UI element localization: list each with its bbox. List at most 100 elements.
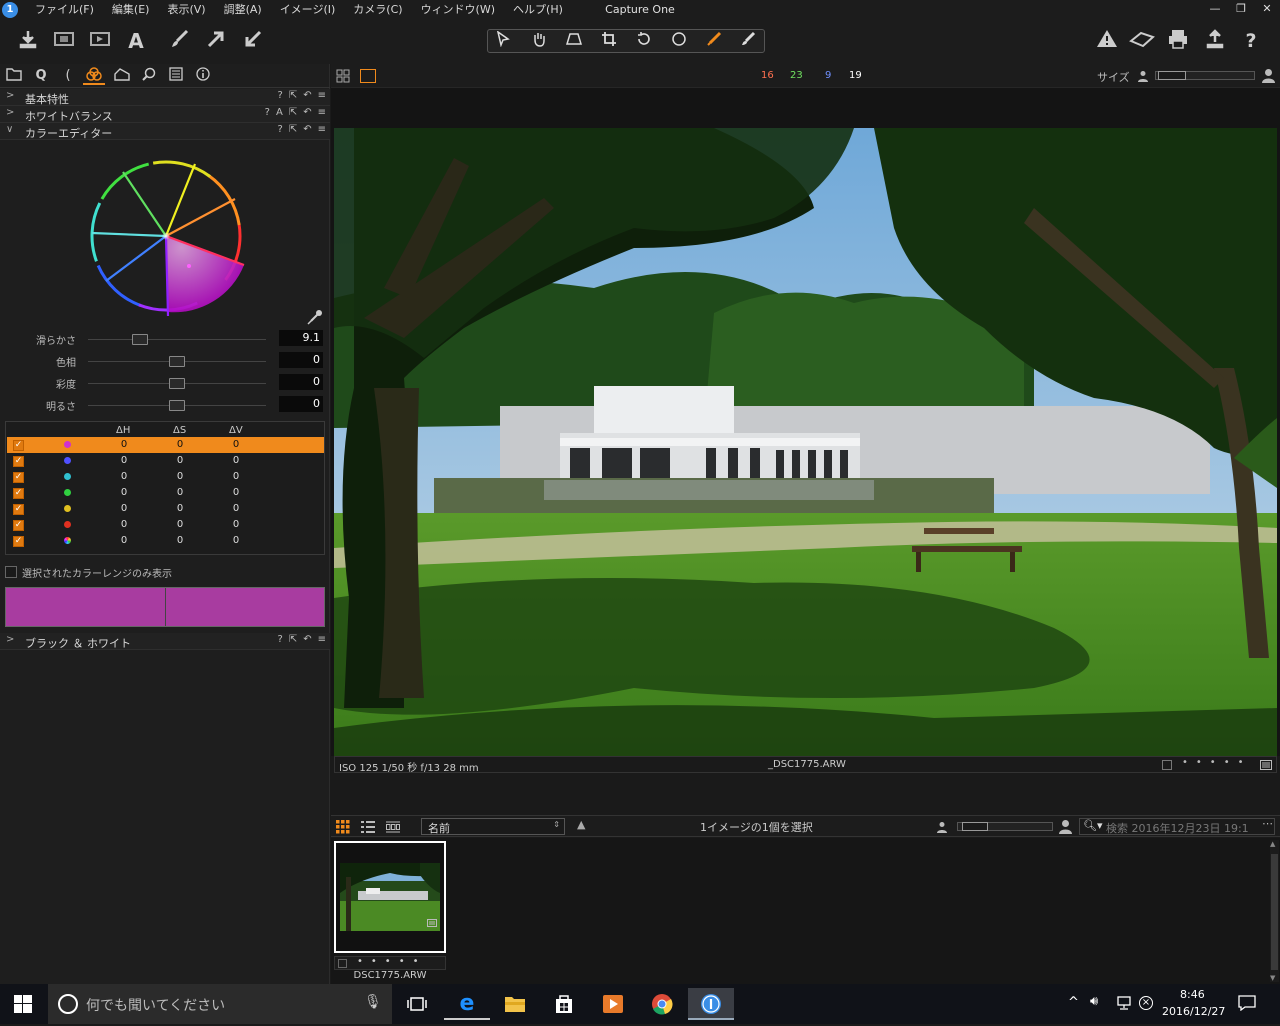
slider-value[interactable]: 9.1: [279, 330, 323, 346]
menu-icon[interactable]: ≡: [318, 124, 326, 135]
browser-scrollbar[interactable]: ▲ ▼: [1270, 840, 1279, 982]
reset-icon[interactable]: ↶: [303, 124, 311, 135]
slider-value[interactable]: 0: [279, 352, 323, 368]
reset-icon[interactable]: ↶: [303, 634, 311, 645]
range-value-dv[interactable]: 0: [226, 519, 246, 530]
single-view-icon[interactable]: [360, 69, 376, 83]
notification-off-icon[interactable]: ×: [1139, 996, 1153, 1010]
multi-view-icon[interactable]: [336, 69, 350, 83]
tray-chevron-icon[interactable]: ^: [1068, 995, 1079, 1010]
capture-icon[interactable]: [51, 28, 77, 54]
section-bw[interactable]: > ブラック ＆ ホワイト ? ⇱ ↶ ≡: [0, 633, 330, 650]
sort-select[interactable]: 名前 ⇕: [421, 818, 565, 835]
sort-direction-icon[interactable]: ▲: [577, 818, 585, 831]
menu-view[interactable]: 表示(V): [158, 0, 214, 20]
menu-adjust[interactable]: 調整(A): [215, 0, 271, 20]
search-icon[interactable]: 🔍︎▾: [1083, 819, 1103, 832]
menu-window[interactable]: ウィンドウ(W): [412, 0, 504, 20]
print-icon[interactable]: [1165, 28, 1191, 54]
circle-icon[interactable]: [665, 31, 693, 53]
star-rating[interactable]: •••••: [1182, 757, 1252, 768]
slider-track[interactable]: [88, 339, 266, 340]
clock-time[interactable]: 8:46: [1180, 988, 1205, 1001]
thumb-star-rating[interactable]: •••••: [357, 956, 427, 967]
range-value-ds[interactable]: 0: [170, 519, 190, 530]
color-range-row[interactable]: ✓ 0 0 0: [7, 485, 324, 501]
thumb-size-slider[interactable]: [957, 822, 1053, 831]
color-range-row[interactable]: ✓ 0 0 0: [7, 469, 324, 485]
menu-edit[interactable]: 編集(E): [103, 0, 159, 20]
range-value-ds[interactable]: 0: [170, 487, 190, 498]
range-checkbox[interactable]: ✓: [13, 488, 24, 499]
help-icon[interactable]: ?: [1238, 28, 1264, 54]
color-wheel[interactable]: [88, 159, 246, 317]
info-icon[interactable]: [192, 67, 214, 85]
capture-one-taskbar-icon[interactable]: [688, 988, 734, 1020]
range-value-dh[interactable]: 0: [114, 519, 134, 530]
range-value-ds[interactable]: 0: [170, 455, 190, 466]
slider-hue[interactable]: 色相 0: [0, 352, 330, 370]
range-checkbox[interactable]: ✓: [13, 456, 24, 467]
expand-icon[interactable]: ⇱: [289, 90, 297, 101]
menu-file[interactable]: ファイル(F): [26, 0, 103, 20]
text-icon[interactable]: A: [123, 28, 149, 54]
close-button[interactable]: ✕: [1254, 0, 1280, 18]
size-slider[interactable]: [1155, 71, 1255, 80]
color-range-row[interactable]: ✓ 0 0 0: [7, 533, 324, 549]
microphone-icon[interactable]: 🎙︎: [364, 994, 382, 1010]
reset-icon[interactable]: ↶: [303, 90, 311, 101]
reset-icon[interactable]: ↶: [303, 107, 311, 118]
expand-icon[interactable]: ⇱: [289, 634, 297, 645]
color-range-row[interactable]: ✓ 0 0 0: [7, 437, 324, 453]
minimize-button[interactable]: —: [1202, 0, 1228, 18]
range-value-dh[interactable]: 0: [114, 471, 134, 482]
arrow-up-right-icon[interactable]: [203, 28, 229, 54]
range-checkbox[interactable]: ✓: [13, 520, 24, 531]
thumb-checkbox[interactable]: [338, 959, 347, 968]
image-checkbox[interactable]: [1162, 760, 1172, 770]
maximize-button[interactable]: ❐: [1228, 0, 1254, 18]
menu-image[interactable]: イメージ(I): [271, 0, 345, 20]
expand-icon[interactable]: ⇱: [289, 107, 297, 118]
pan-icon[interactable]: [525, 31, 553, 53]
process-icon[interactable]: [87, 28, 113, 54]
slider-smoothness[interactable]: 滑らかさ 9.1: [0, 330, 330, 348]
slider-saturation[interactable]: 彩度 0: [0, 374, 330, 392]
range-checkbox[interactable]: ✓: [13, 536, 24, 547]
eraser-icon[interactable]: [734, 31, 762, 53]
range-value-ds[interactable]: 0: [170, 439, 190, 450]
eyedropper-icon[interactable]: [305, 309, 323, 327]
slider-value[interactable]: 0: [279, 396, 323, 412]
menu-icon[interactable]: ≡: [318, 634, 326, 645]
color-swatch[interactable]: [5, 587, 325, 627]
list-view-icon[interactable]: [361, 820, 375, 834]
range-value-dh[interactable]: 0: [114, 455, 134, 466]
help-icon[interactable]: ?: [278, 124, 283, 135]
edge-icon[interactable]: e: [444, 988, 490, 1020]
details-icon[interactable]: [138, 67, 160, 85]
brush-icon[interactable]: [167, 28, 193, 54]
range-value-dh[interactable]: 0: [114, 439, 134, 450]
media-player-icon[interactable]: [590, 988, 636, 1020]
color-range-row[interactable]: ✓ 0 0 0: [7, 453, 324, 469]
action-center-icon[interactable]: [1238, 995, 1256, 1012]
rotate-icon[interactable]: [630, 31, 658, 53]
task-view-icon[interactable]: [394, 988, 440, 1020]
range-value-dv[interactable]: 0: [226, 487, 246, 498]
chevron-right-icon[interactable]: >: [6, 634, 14, 645]
range-value-ds[interactable]: 0: [170, 535, 190, 546]
slider-value[interactable]: 0: [279, 374, 323, 390]
range-value-dh[interactable]: 0: [114, 535, 134, 546]
scroll-down-icon[interactable]: ▼: [1270, 974, 1275, 982]
range-value-dh[interactable]: 0: [114, 487, 134, 498]
chevron-down-icon[interactable]: ∨: [6, 124, 13, 135]
quick-icon[interactable]: Q: [30, 67, 52, 85]
chevron-right-icon[interactable]: >: [6, 107, 14, 118]
chrome-icon[interactable]: [639, 988, 685, 1020]
menu-help[interactable]: ヘルプ(H): [504, 0, 572, 20]
crop-icon[interactable]: [595, 31, 623, 53]
range-value-ds[interactable]: 0: [170, 471, 190, 482]
section-basic[interactable]: > 基本特性 ? ⇱ ↶ ≡: [0, 89, 330, 106]
range-value-dv[interactable]: 0: [226, 455, 246, 466]
share-icon[interactable]: [1202, 28, 1228, 54]
